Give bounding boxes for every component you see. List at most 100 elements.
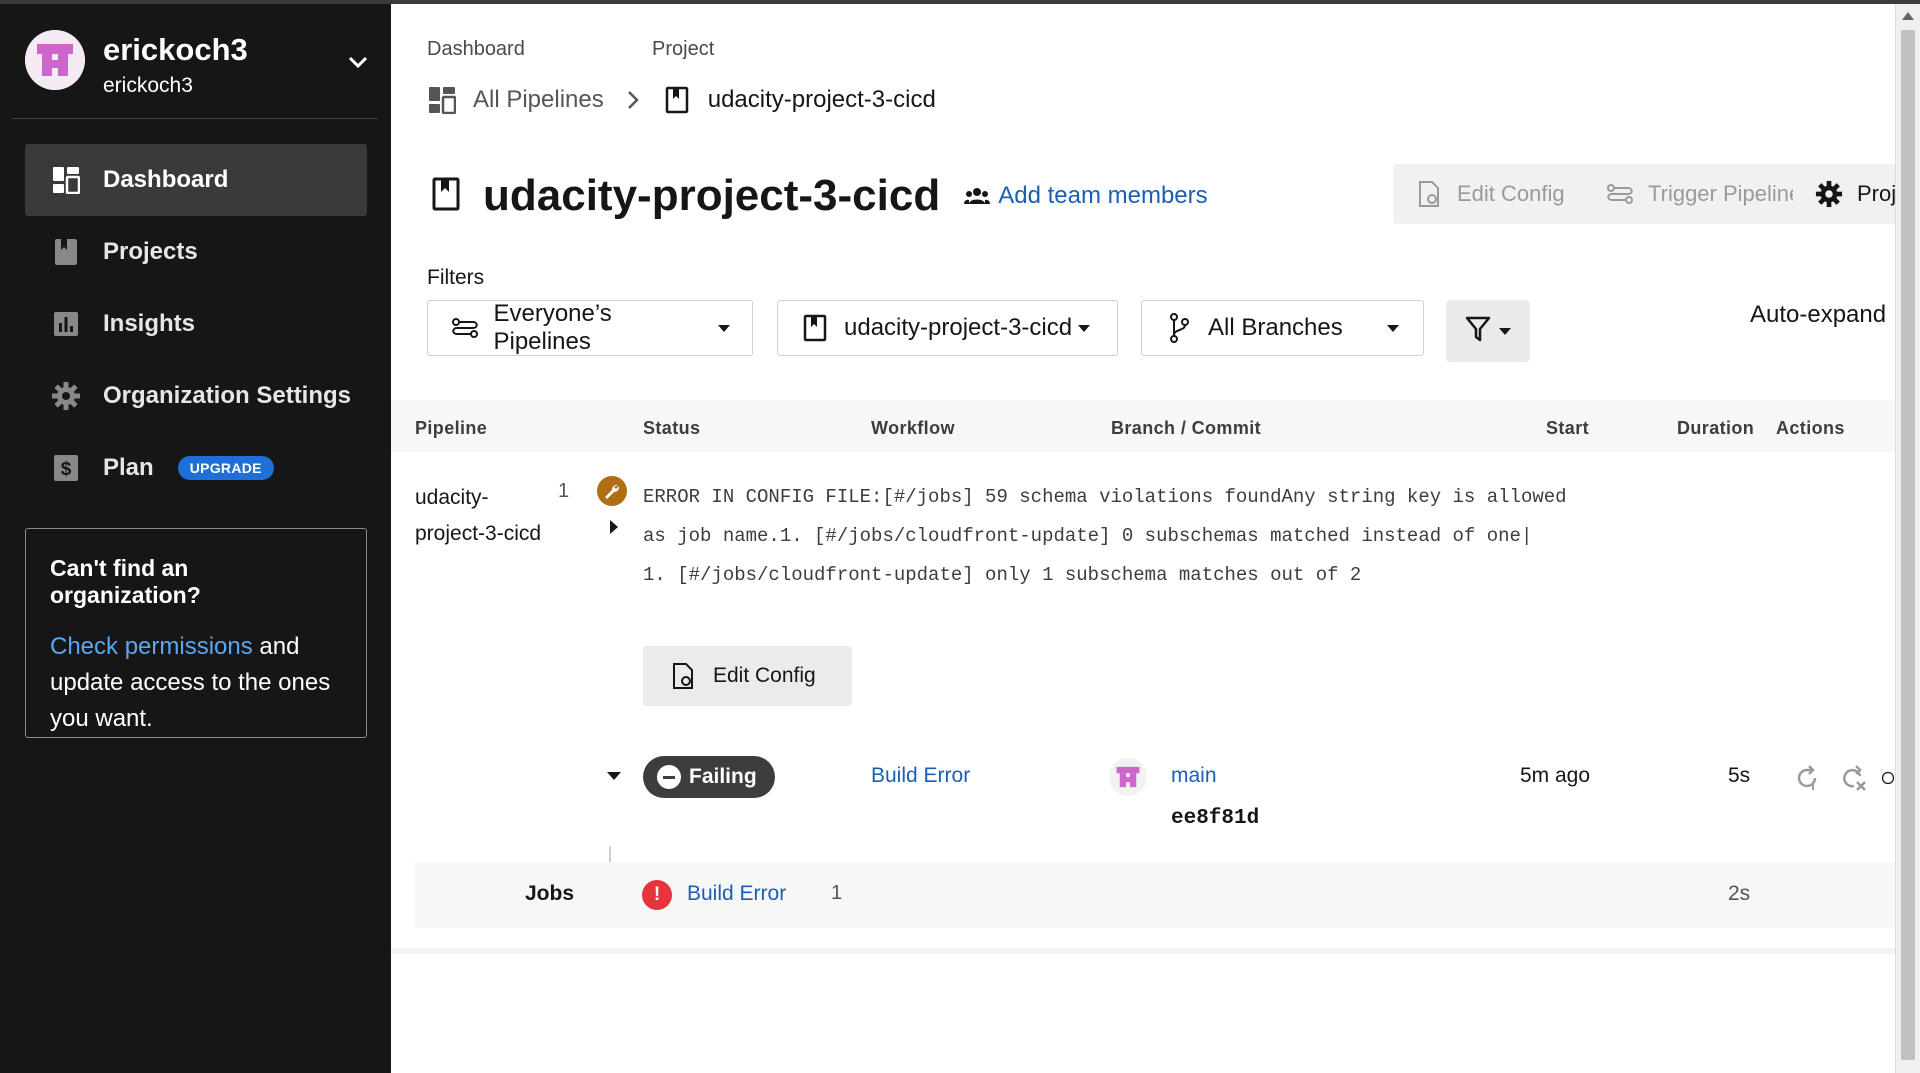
column-header-branch-commit: Branch / Commit — [1111, 418, 1262, 438]
branch-icon — [1164, 313, 1194, 343]
sidebar-item-projects[interactable]: Projects — [25, 216, 367, 288]
vertical-scrollbar[interactable] — [1895, 4, 1920, 1073]
more-actions-icon[interactable] — [1881, 762, 1895, 794]
workflow-link[interactable]: Build Error — [871, 764, 970, 788]
sidebar-item-label: Projects — [103, 238, 198, 265]
branch-filter-value: All Branches — [1208, 314, 1343, 341]
wrench-icon — [597, 476, 627, 506]
projects-icon — [51, 237, 81, 267]
breadcrumb: All Pipelines udacity-project-3-cicd — [427, 82, 936, 118]
edit-config-label: Edit Config — [1457, 181, 1565, 206]
breadcrumb-dashboard-label: Dashboard — [427, 38, 525, 60]
caret-down-icon — [1386, 324, 1399, 332]
page-title: udacity-project-3-cicd — [483, 171, 941, 220]
table-header: Pipeline Status Workflow Branch / Commit… — [391, 400, 1895, 452]
branch-filter-dropdown[interactable]: All Branches — [1141, 300, 1424, 356]
pipelines-filter-value: Everyone’s Pipelines — [493, 300, 612, 355]
auto-expand-label[interactable]: Auto-expand — [1750, 301, 1886, 329]
insights-icon — [51, 309, 81, 339]
project-filter-dropdown[interactable]: udacity-project-3-cicd — [777, 300, 1118, 356]
breadcrumb-project-label: Project — [652, 38, 715, 60]
branch-link[interactable]: main — [1171, 764, 1217, 788]
pipeline-icon — [450, 313, 479, 343]
project-icon — [800, 313, 830, 343]
sidebar-item-label: Plan — [103, 454, 154, 481]
collapse-caret-icon[interactable] — [607, 772, 621, 780]
dollar-icon: $ — [51, 453, 81, 483]
job-link[interactable]: Build Error — [687, 882, 786, 906]
org-help-title: Can't find an organization? — [50, 555, 201, 608]
filter-icon — [1465, 315, 1491, 348]
column-header-status: Status — [643, 418, 701, 438]
edit-config-button[interactable]: Edit Config — [1393, 164, 1587, 224]
pipeline-number[interactable]: 1 — [558, 480, 569, 503]
sidebar-item-label: Organization Settings — [103, 382, 352, 409]
svg-text:$: $ — [61, 459, 72, 480]
project-icon — [662, 85, 692, 115]
sidebar-item-insights[interactable]: Insights — [25, 288, 367, 360]
start-time: 5m ago — [1520, 764, 1591, 787]
gear-icon — [1815, 180, 1843, 208]
sidebar-nav: Dashboard Projects Insights Organization… — [25, 144, 367, 504]
column-header-actions: Actions — [1776, 418, 1845, 438]
check-permissions-link[interactable]: Check permissions — [50, 633, 253, 660]
chevron-right-icon — [620, 87, 646, 113]
trigger-pipeline-label: Trigger Pipeline — [1648, 181, 1802, 206]
job-count: 1 — [831, 882, 843, 904]
rerun-failed-icon[interactable] — [1838, 762, 1870, 794]
trigger-pipeline-button[interactable]: Trigger Pipeline — [1584, 164, 1824, 224]
sidebar-divider — [12, 118, 378, 119]
column-header-start: Start — [1546, 418, 1590, 438]
add-team-members-label: Add team members — [998, 182, 1208, 209]
add-team-members-link[interactable]: Add team members — [964, 182, 1208, 210]
user-name: erickoch3 — [103, 32, 248, 67]
column-header-duration: Duration — [1677, 418, 1755, 438]
sidebar-item-organization-settings[interactable]: Organization Settings — [25, 360, 367, 432]
scrollbar-thumb[interactable] — [1901, 30, 1915, 1060]
dashboard-icon — [51, 165, 81, 195]
org-help-box: Can't find an organization? Check permis… — [25, 528, 367, 738]
pipelines-filter-dropdown[interactable]: Everyone’s Pipelines — [427, 300, 753, 356]
breadcrumb-current-project[interactable]: udacity-project-3-cicd — [708, 86, 936, 114]
edit-config-label: Edit Config — [713, 664, 816, 687]
caret-down-icon — [1078, 324, 1091, 332]
sidebar-item-label: Dashboard — [103, 166, 229, 193]
job-duration: 2s — [1728, 882, 1751, 905]
project-icon — [431, 176, 461, 217]
page-header: udacity-project-3-cicd Add team members … — [431, 164, 1920, 228]
user-org: erickoch3 — [103, 74, 193, 97]
main-content: Dashboard Project All Pipelines udacity-… — [391, 4, 1920, 1073]
caret-down-icon — [1499, 327, 1511, 335]
gear-icon — [51, 381, 81, 411]
commit-hash-link[interactable]: ee8f81d — [1171, 807, 1259, 830]
status-badge[interactable]: Failing — [643, 756, 775, 798]
sidebar-item-label: Insights — [103, 310, 196, 337]
pipeline-name-link[interactable]: udacity-project-3-cicd — [415, 480, 555, 552]
column-header-pipeline: Pipeline — [415, 418, 488, 438]
failing-icon — [657, 765, 681, 789]
upgrade-badge[interactable]: UPGRADE — [177, 456, 274, 480]
duration: 5s — [1728, 764, 1751, 787]
filters-label: Filters — [427, 266, 485, 289]
expand-caret-icon[interactable] — [610, 520, 618, 534]
breadcrumb-all-pipelines[interactable]: All Pipelines — [473, 86, 604, 114]
pipeline-icon — [1606, 180, 1634, 208]
sidebar-item-plan[interactable]: $ Plan UPGRADE — [25, 432, 367, 504]
caret-down-icon — [718, 324, 730, 332]
org-help-text: Check permissions and update access to t… — [50, 629, 342, 737]
chevron-down-icon[interactable] — [346, 50, 370, 74]
status-label: Failing — [689, 765, 757, 788]
sidebar: erickoch3 erickoch3 Dashboard Projects I… — [0, 4, 391, 1073]
config-file-icon — [669, 662, 697, 690]
org-switcher[interactable]: erickoch3 erickoch3 — [25, 24, 380, 102]
scroll-up-arrow-icon[interactable] — [1902, 12, 1914, 20]
jobs-label: Jobs — [525, 882, 575, 905]
column-header-workflow: Workflow — [871, 418, 955, 438]
jobs-row: Jobs ! Build Error 1 2s — [415, 862, 1895, 928]
project-filter-value: udacity-project-3-cicd — [844, 314, 1073, 341]
rerun-icon[interactable] — [1791, 762, 1823, 794]
sidebar-item-dashboard[interactable]: Dashboard — [25, 144, 367, 216]
advanced-filter-button[interactable] — [1446, 300, 1530, 362]
config-error-message: ERROR IN CONFIG FILE:[#/jobs] 59 schema … — [643, 486, 1578, 586]
edit-config-button[interactable]: Edit Config — [643, 646, 852, 706]
